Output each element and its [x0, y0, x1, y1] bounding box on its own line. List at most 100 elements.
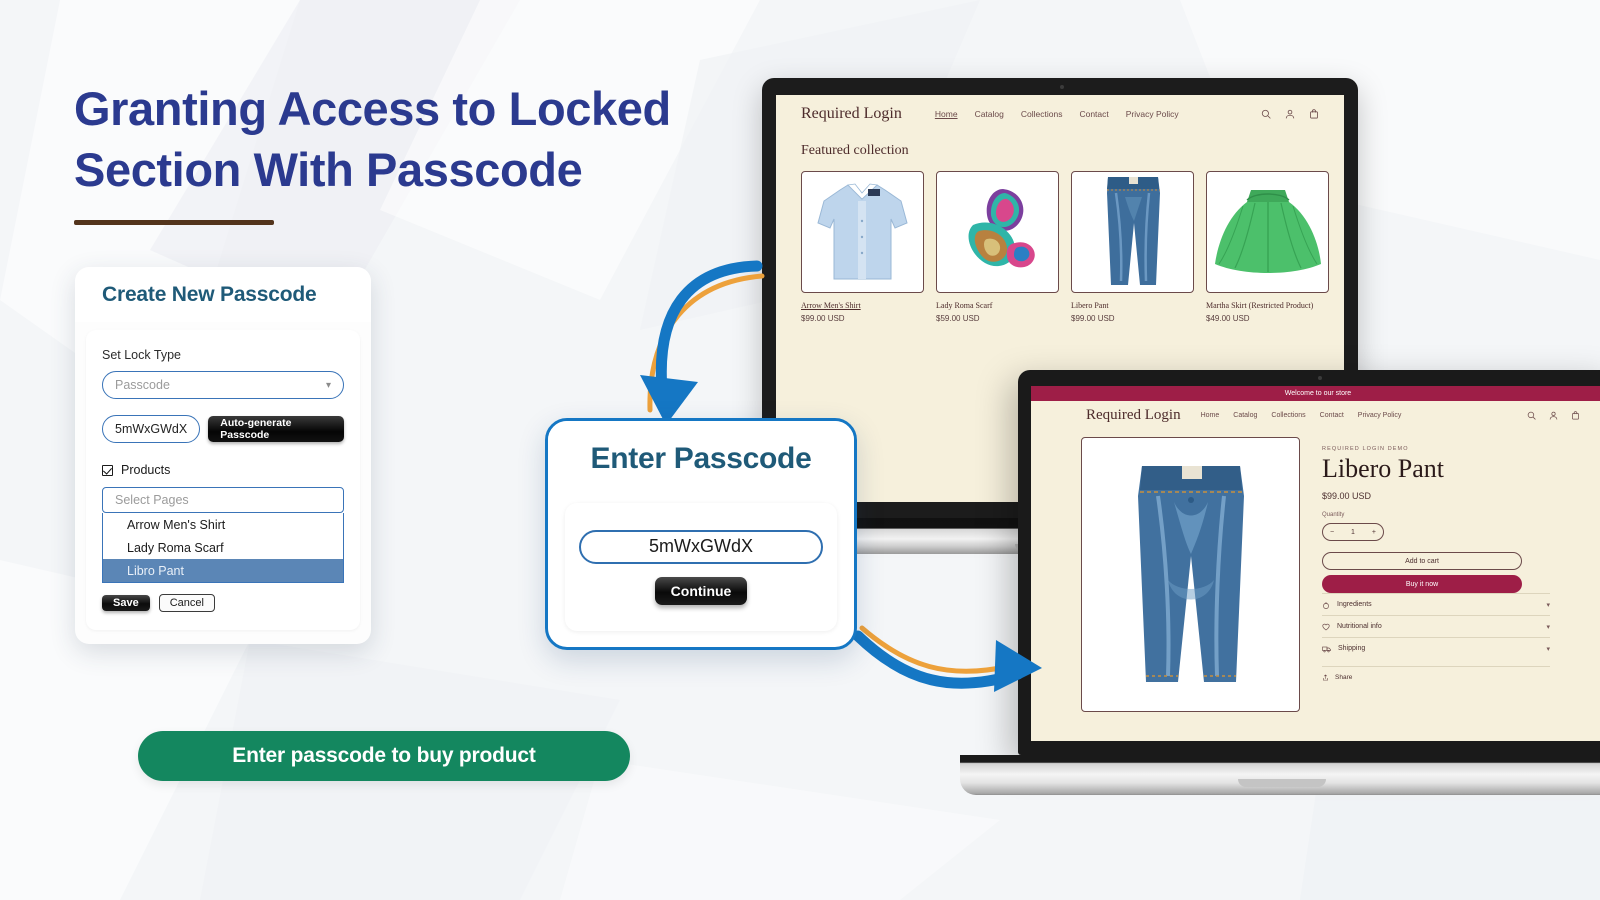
nav-item-privacy-policy[interactable]: Privacy Policy	[1358, 412, 1402, 419]
products-checkbox-row[interactable]: Products	[102, 463, 344, 477]
product-name[interactable]: Martha Skirt (Restricted Product)	[1206, 301, 1329, 310]
store-brand[interactable]: Required Login	[801, 105, 902, 123]
laptop-lid: Welcome to our store Required Login Home…	[1018, 370, 1600, 755]
cart-icon[interactable]	[1571, 410, 1580, 420]
select-pages-options: Arrow Men's Shirt Lady Roma Scarf Libro …	[102, 513, 344, 583]
cart-icon[interactable]	[1309, 109, 1319, 119]
blue-jeans-icon	[1106, 177, 1160, 285]
quantity-value[interactable]: 1	[1351, 529, 1355, 536]
product-price: $99.00 USD	[1071, 314, 1115, 323]
modal-body: 5mWxGWdX Continue	[565, 503, 837, 631]
card-header: Create New Passcode	[75, 267, 371, 322]
accordion-ingredients[interactable]: Ingredients ▾	[1322, 593, 1550, 615]
share-button[interactable]: Share	[1322, 666, 1550, 681]
share-label: Share	[1335, 674, 1353, 682]
nav-item-home[interactable]: Home	[1201, 412, 1220, 419]
modal-title: Enter Passcode	[590, 442, 812, 475]
product-image-dress-shirt[interactable]	[801, 171, 924, 293]
accordion-nutritional-info[interactable]: Nutritional info ▾	[1322, 615, 1550, 637]
account-icon[interactable]	[1285, 109, 1295, 119]
nav-item-contact[interactable]: Contact	[1079, 109, 1108, 119]
option-item[interactable]: Arrow Men's Shirt	[103, 513, 343, 536]
nav-item-collections[interactable]: Collections	[1271, 412, 1305, 419]
product-card[interactable]: Arrow Men's Shirt $99.00 USD	[801, 171, 924, 323]
continue-button[interactable]: Continue	[654, 576, 748, 605]
product-name[interactable]: Lady Roma Scarf	[936, 301, 1059, 310]
blue-jeans-icon	[1137, 465, 1244, 682]
products-checkbox-label: Products	[121, 463, 171, 477]
product-price: $99.00 USD	[1322, 491, 1372, 502]
search-icon[interactable]	[1527, 411, 1536, 420]
heart-icon	[1322, 623, 1330, 631]
lock-type-value: Passcode	[115, 378, 170, 392]
product-card[interactable]: Martha Skirt (Restricted Product) $49.00…	[1206, 171, 1329, 323]
store-header-icons	[1527, 410, 1580, 420]
product-card[interactable]: Lady Roma Scarf $59.00 USD	[936, 171, 1059, 323]
product-card[interactable]: Libero Pant $99.00 USD	[1071, 171, 1194, 323]
auto-generate-passcode-button[interactable]: Auto-generate Passcode	[208, 416, 344, 442]
search-icon[interactable]	[1261, 109, 1271, 119]
select-pages-input[interactable]: Select Pages	[102, 487, 344, 513]
quantity-label: Quantity	[1322, 512, 1345, 519]
chevron-down-icon: ▾	[325, 379, 331, 391]
store-header: Required Login Home Catalog Collections …	[776, 95, 1344, 133]
store-nav: Home Catalog Collections Contact Privacy…	[935, 109, 1179, 119]
option-item-selected[interactable]: Libro Pant	[103, 559, 343, 582]
product-name[interactable]: Libero Pant	[1071, 301, 1194, 310]
nav-item-home[interactable]: Home	[935, 109, 958, 119]
green-skirt-icon	[1214, 190, 1321, 273]
product-image-green-skirt[interactable]	[1206, 171, 1329, 293]
product-image-blue-jeans[interactable]	[1071, 171, 1194, 293]
section-title: Featured collection	[801, 143, 909, 158]
announcement-bar: Welcome to our store	[1031, 386, 1600, 401]
product-gallery-image[interactable]	[1081, 437, 1300, 712]
buy-it-now-button[interactable]: Buy it now	[1322, 575, 1522, 594]
nav-item-privacy-policy[interactable]: Privacy Policy	[1126, 109, 1179, 119]
product-info: REQUIRED LOGIN DEMO Libero Pant $99.00 U…	[1322, 437, 1572, 712]
product-name[interactable]: Arrow Men's Shirt	[801, 301, 924, 310]
quantity-decrease-button[interactable]: −	[1330, 529, 1334, 536]
quantity-stepper[interactable]: − 1 +	[1322, 523, 1384, 542]
passcode-row: 5mWxGWdX Auto-generate Passcode	[102, 415, 344, 443]
apple-icon	[1323, 601, 1329, 609]
chevron-down-icon[interactable]: ▾	[1546, 623, 1550, 631]
passcode-input[interactable]: 5mWxGWdX	[102, 415, 201, 443]
webcam-icon	[1060, 85, 1064, 89]
product-image-silk-scarf[interactable]	[936, 171, 1059, 293]
quantity-increase-button[interactable]: +	[1372, 529, 1376, 536]
enter-passcode-modal: Enter Passcode 5mWxGWdX Continue	[545, 418, 857, 650]
card-title: Create New Passcode	[102, 282, 317, 306]
product-price: $59.00 USD	[936, 314, 980, 323]
accordion-shipping[interactable]: Shipping ▾	[1322, 637, 1550, 659]
nav-item-contact[interactable]: Contact	[1320, 412, 1344, 419]
modal-header: Enter Passcode	[548, 421, 854, 497]
product-price: $49.00 USD	[1206, 314, 1250, 323]
products-checkbox[interactable]	[102, 464, 113, 476]
nav-item-catalog[interactable]: Catalog	[1233, 412, 1257, 419]
lock-type-label: Set Lock Type	[102, 348, 181, 362]
cancel-button[interactable]: Cancel	[158, 594, 215, 612]
store-nav: Home Catalog Collections Contact Privacy…	[1201, 412, 1402, 419]
save-button[interactable]: Save	[102, 595, 150, 611]
title-underline-rule	[74, 220, 274, 226]
card-actions: Save Cancel	[102, 594, 344, 612]
chevron-down-icon[interactable]: ▾	[1546, 601, 1550, 609]
product-title: Libero Pant	[1322, 454, 1445, 483]
account-icon[interactable]	[1549, 411, 1558, 420]
add-to-cart-button[interactable]: Add to cart	[1322, 552, 1522, 571]
store-header: Required Login Home Catalog Collections …	[1031, 401, 1600, 429]
store-header-icons	[1261, 109, 1319, 119]
chevron-down-icon[interactable]: ▾	[1546, 645, 1550, 653]
laptop-base-notch	[1238, 779, 1326, 787]
dress-shirt-icon	[817, 183, 908, 279]
storefront-product: Welcome to our store Required Login Home…	[1031, 386, 1600, 741]
cta-banner[interactable]: Enter passcode to buy product	[138, 731, 630, 781]
nav-item-catalog[interactable]: Catalog	[975, 109, 1004, 119]
store-brand[interactable]: Required Login	[1086, 407, 1181, 424]
share-icon	[1323, 674, 1328, 681]
passcode-input[interactable]: 5mWxGWdX	[579, 529, 823, 564]
create-passcode-card: Create New Passcode Set Lock Type Passco…	[75, 267, 371, 644]
lock-type-select[interactable]: Passcode ▾	[102, 371, 344, 399]
option-item[interactable]: Lady Roma Scarf	[103, 536, 343, 559]
nav-item-collections[interactable]: Collections	[1021, 109, 1063, 119]
